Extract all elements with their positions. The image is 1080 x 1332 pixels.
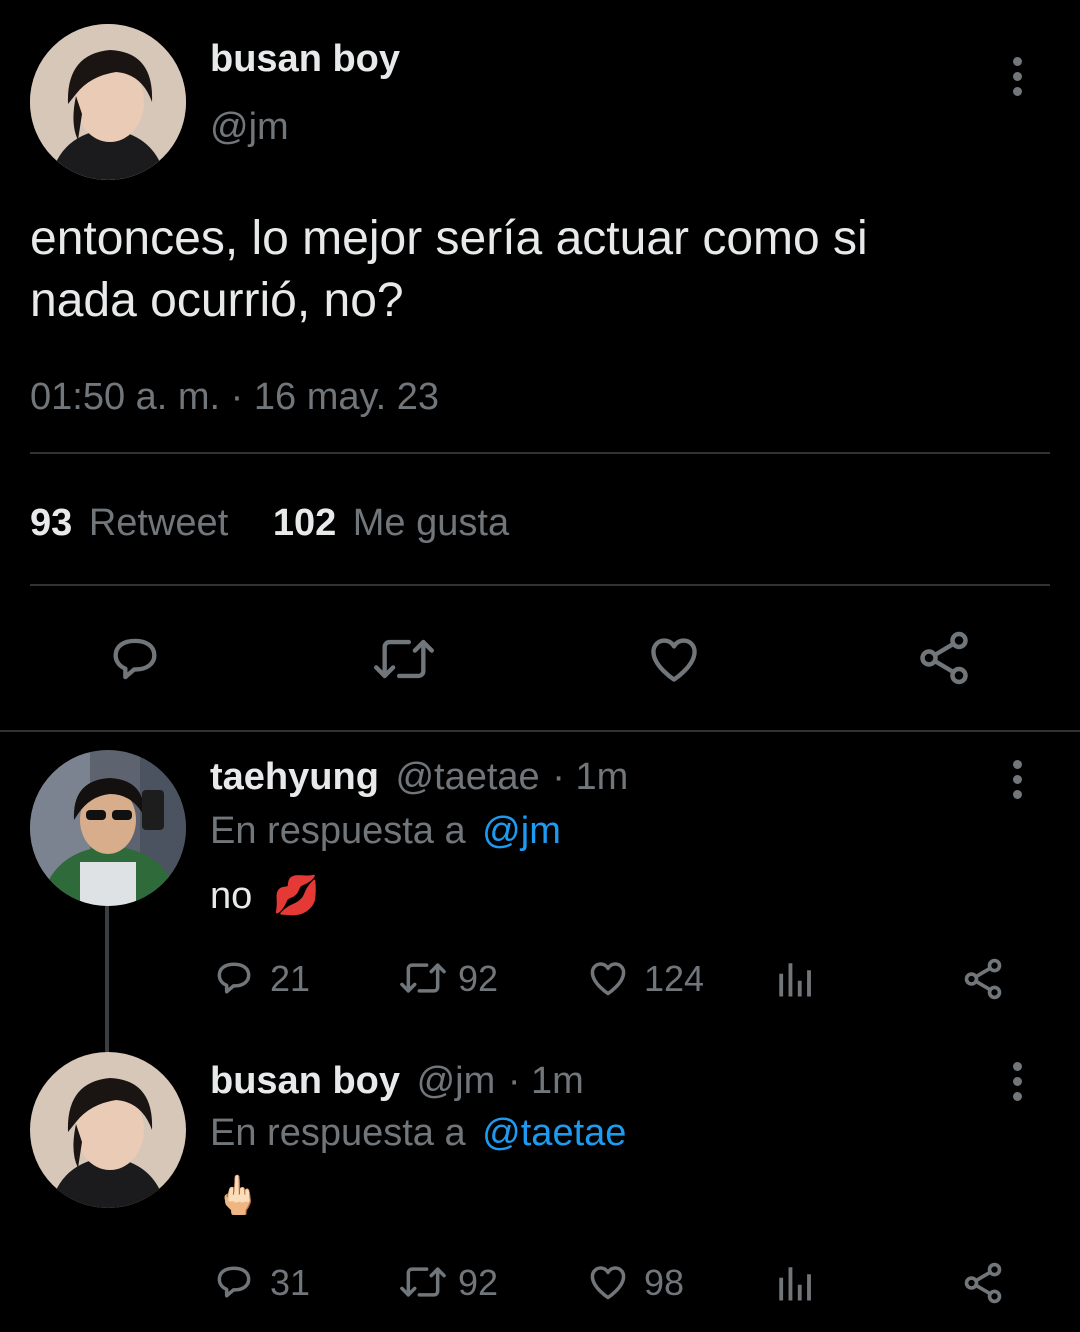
reply-icon[interactable] [106, 630, 164, 688]
like-label[interactable]: Me gusta [353, 502, 509, 544]
retweet-count[interactable]: 93 [30, 502, 72, 544]
retweet-icon[interactable] [396, 1260, 450, 1304]
reply-time[interactable]: · 1m [552, 756, 628, 798]
retweet-label[interactable]: Retweet [89, 502, 228, 544]
reply-text: 🖕🏻 [214, 1174, 261, 1218]
share-icon[interactable] [914, 628, 974, 688]
more-icon[interactable] [1010, 760, 1024, 805]
analytics-icon[interactable] [774, 958, 816, 1000]
share-icon[interactable] [960, 956, 1006, 1002]
author-name[interactable]: busan boy [210, 1060, 400, 1102]
tweet-text-line-1: entonces, lo mejor sería actuar como si [30, 212, 868, 265]
heart-icon[interactable] [645, 630, 703, 688]
retweet-icon[interactable] [396, 956, 450, 1000]
avatar[interactable] [30, 24, 186, 180]
heart-icon[interactable] [584, 1260, 632, 1304]
author-name[interactable]: busan boy [210, 38, 400, 81]
like-count[interactable]: 102 [273, 502, 336, 544]
tweet-timestamp[interactable]: 01:50 a. m. · 16 may. 23 [30, 376, 439, 419]
heart-icon[interactable] [584, 956, 632, 1000]
reply-text: no 💋 [210, 874, 320, 918]
divider [0, 730, 1080, 732]
reply-header: busan boy @jm · 1m [210, 1060, 584, 1103]
thread-line [105, 906, 109, 1052]
engagement-stats: 93 Retweet 102 Me gusta [30, 502, 509, 545]
like-count: 124 [644, 958, 705, 999]
tweet-text-line-2: nada ocurrió, no? [30, 274, 404, 327]
reply-count: 21 [270, 958, 311, 999]
author-handle[interactable]: @taetae [395, 756, 539, 798]
reply-icon[interactable] [212, 956, 256, 1000]
more-icon[interactable] [1010, 57, 1024, 102]
reply-time[interactable]: · 1m [508, 1060, 584, 1102]
reply-text-body: no [210, 875, 253, 917]
share-icon[interactable] [960, 1260, 1006, 1306]
tweet-text: entonces, lo mejor sería actuar como si … [30, 208, 868, 332]
author-name[interactable]: taehyung [210, 756, 379, 798]
middle-finger-emoji: 🖕🏻 [214, 1175, 262, 1217]
divider [30, 584, 1050, 586]
retweet-count: 92 [458, 1262, 499, 1303]
author-handle[interactable]: @jm [210, 106, 289, 149]
analytics-icon[interactable] [774, 1262, 816, 1304]
reply-context: En respuesta a @jm [210, 810, 561, 853]
retweet-icon[interactable] [370, 630, 438, 688]
reply-context-label: En respuesta a [210, 1112, 466, 1154]
reply-context: En respuesta a @taetae [210, 1112, 626, 1155]
reply-icon[interactable] [212, 1260, 256, 1304]
reply-to-link[interactable]: @taetae [482, 1112, 626, 1154]
reply-context-label: En respuesta a [210, 810, 466, 852]
avatar[interactable] [30, 1052, 186, 1208]
like-count: 98 [644, 1262, 685, 1303]
reply-count: 31 [270, 1262, 311, 1303]
divider [30, 452, 1050, 454]
reply-header: taehyung @taetae · 1m [210, 756, 628, 799]
more-icon[interactable] [1010, 1062, 1024, 1107]
author-handle[interactable]: @jm [417, 1060, 496, 1102]
reply-to-link[interactable]: @jm [482, 810, 561, 852]
kiss-emoji: 💋 [272, 875, 321, 917]
retweet-count: 92 [458, 958, 499, 999]
avatar[interactable] [30, 750, 186, 906]
